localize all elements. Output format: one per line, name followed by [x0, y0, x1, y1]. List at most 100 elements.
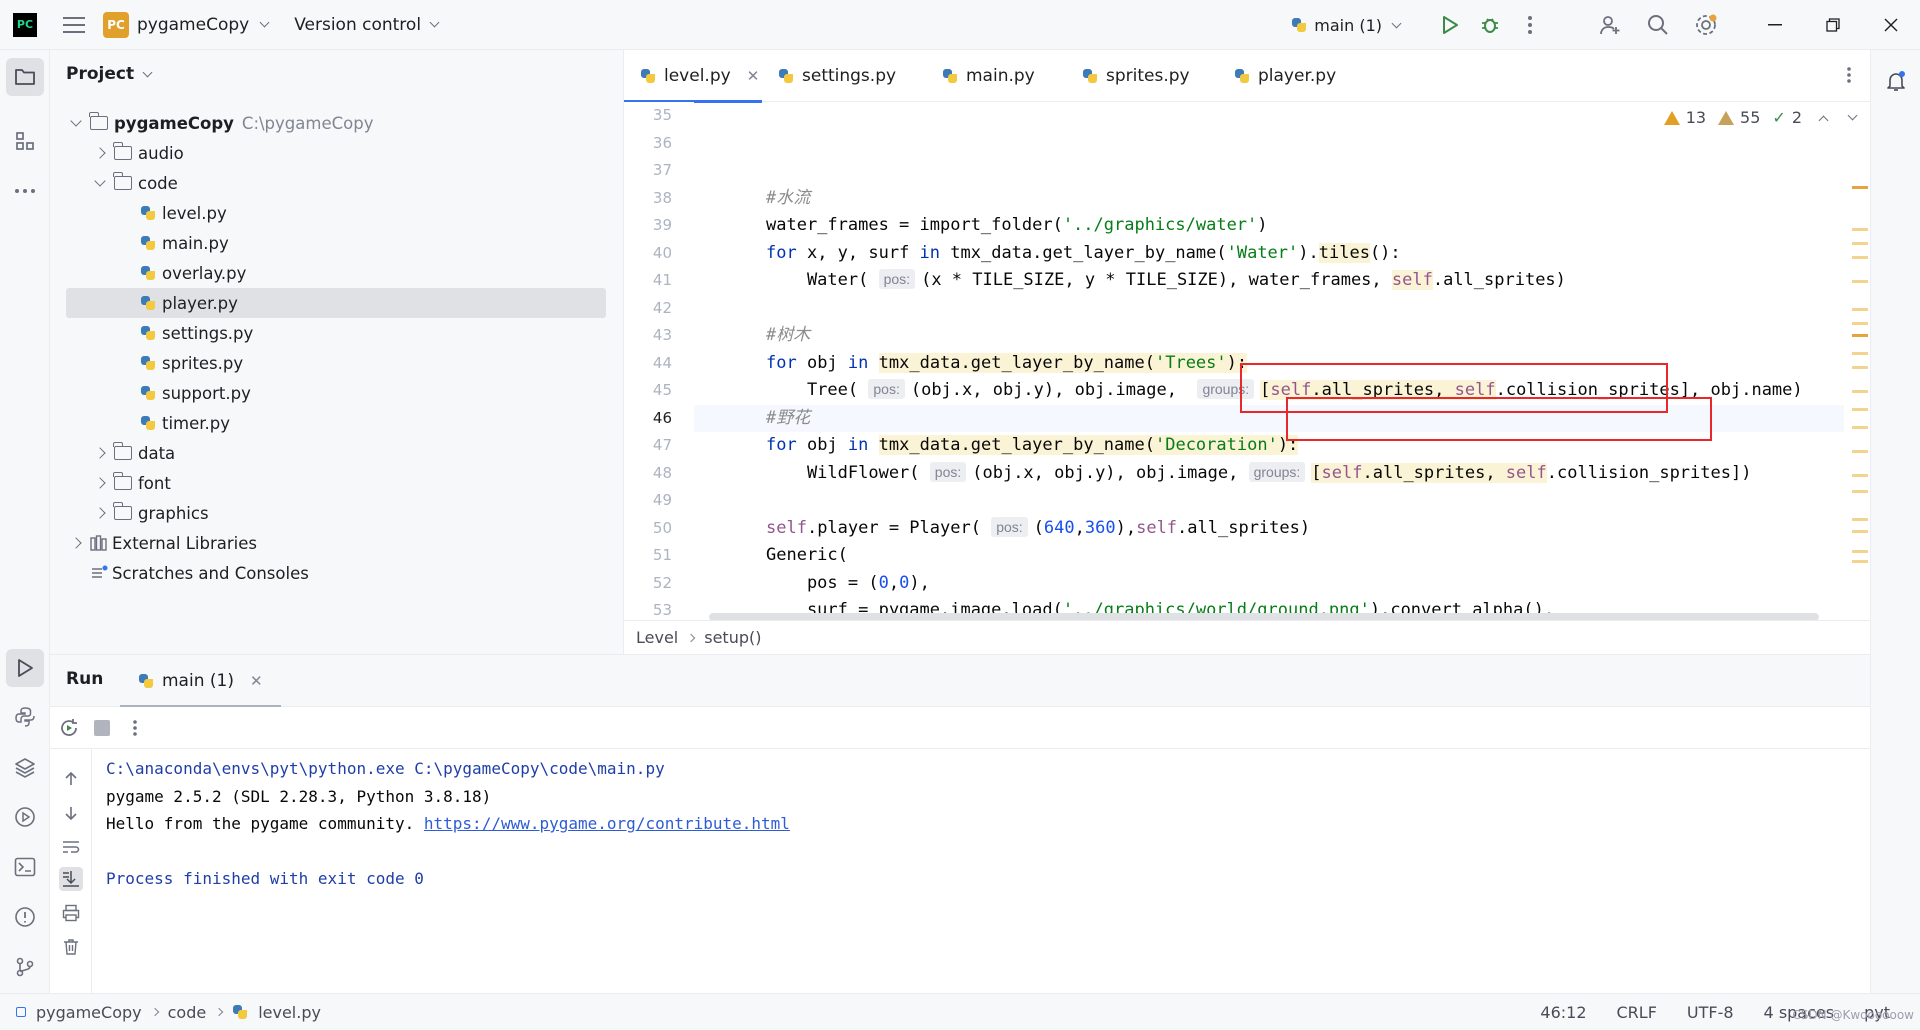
file-encoding[interactable]: UTF-8: [1687, 1003, 1734, 1022]
tab-main-py[interactable]: main.py: [926, 50, 1035, 102]
chevron-right-icon[interactable]: [70, 537, 82, 549]
code-line-38: #水流: [766, 185, 1844, 213]
parameter-hint: pos:: [929, 461, 967, 482]
version-control-menu[interactable]: Version control: [294, 15, 440, 35]
project-panel-title-label: Project: [66, 64, 135, 84]
console-output[interactable]: C:\anaconda\envs\pyt\python.exe C:\pygam…: [106, 755, 1806, 893]
code-editor[interactable]: #水流 water_frames = import_folder('../gra…: [694, 102, 1844, 620]
tree-item-label: code: [138, 173, 178, 193]
tab-settings-py[interactable]: settings.py: [762, 50, 896, 102]
run-config-selector[interactable]: main (1): [1291, 16, 1402, 35]
tree-item-label: graphics: [138, 503, 209, 523]
chevron-right-icon[interactable]: [94, 147, 106, 159]
tree-item-scratches[interactable]: Scratches and Consoles: [66, 558, 606, 588]
status-breadcrumb-folder[interactable]: code: [168, 1003, 207, 1022]
python-file-icon: [140, 295, 156, 311]
line-separator[interactable]: CRLF: [1617, 1003, 1657, 1022]
tree-item-overlay-py[interactable]: overlay.py: [66, 258, 606, 288]
tab-player-py[interactable]: player.py: [1218, 50, 1336, 102]
chevron-down-icon: [142, 67, 153, 77]
scroll-to-end-button[interactable]: [59, 867, 83, 891]
chevron-down-icon[interactable]: [70, 114, 82, 127]
run-tool-button[interactable]: [6, 649, 44, 687]
soft-wrap-button[interactable]: [59, 835, 83, 859]
terminal-button[interactable]: [6, 848, 44, 886]
close-window-button[interactable]: [1862, 0, 1920, 50]
structure-tool-button[interactable]: [6, 122, 44, 160]
scroll-up-button[interactable]: [59, 767, 83, 791]
python-file-icon: [640, 68, 656, 84]
project-panel-title[interactable]: Project: [66, 64, 153, 84]
chevron-right-icon[interactable]: [94, 477, 106, 489]
comment: #树木: [766, 325, 811, 345]
more-actions-button[interactable]: [1510, 5, 1550, 45]
chevron-down-icon[interactable]: [1847, 110, 1858, 121]
tree-item-support-py[interactable]: support.py: [66, 378, 606, 408]
inspection-widget[interactable]: 13 55 ✓ 2: [1663, 108, 1858, 127]
run-more-button[interactable]: [132, 719, 138, 741]
restore-button[interactable]: [1804, 0, 1862, 50]
chevron-right-icon[interactable]: [94, 447, 106, 459]
tree-item-player-py[interactable]: player.py: [66, 288, 606, 318]
tree-item-font[interactable]: font: [66, 468, 606, 498]
tree-item-external-libraries[interactable]: External Libraries: [66, 528, 606, 558]
tabs-more-button[interactable]: [1846, 66, 1852, 88]
weak-warning-count: 55: [1740, 108, 1761, 127]
project-switcher[interactable]: PC pygameCopy: [103, 11, 270, 38]
scroll-down-button[interactable]: [59, 801, 83, 825]
tree-item-pygamecopy[interactable]: pygameCopy C:\pygameCopy: [66, 108, 606, 138]
python-console-button[interactable]: [6, 698, 44, 736]
tree-item-code[interactable]: code: [66, 168, 606, 198]
tree-item-timer-py[interactable]: timer.py: [66, 408, 606, 438]
problems-button[interactable]: [6, 898, 44, 936]
chevron-right-icon: [686, 633, 696, 642]
close-tab-icon[interactable]: ✕: [747, 67, 760, 85]
caret-position[interactable]: 46:12: [1540, 1003, 1586, 1022]
console-link[interactable]: https://www.pygame.org/contribute.html: [424, 814, 790, 833]
tree-item-main-py[interactable]: main.py: [66, 228, 606, 258]
breadcrumb-class[interactable]: Level: [636, 628, 678, 647]
hamburger-icon[interactable]: [63, 16, 85, 33]
tree-item-sprites-py[interactable]: sprites.py: [66, 348, 606, 378]
tab-sprites-py[interactable]: sprites.py: [1066, 50, 1190, 102]
notifications-button[interactable]: [1877, 62, 1915, 100]
search-button[interactable]: [1638, 5, 1678, 45]
minimize-button[interactable]: [1746, 0, 1804, 50]
tree-item-data[interactable]: data: [66, 438, 606, 468]
close-tab-icon[interactable]: ✕: [250, 672, 263, 690]
stop-button[interactable]: [94, 720, 110, 736]
tab-label: sprites.py: [1106, 66, 1190, 86]
python-packages-button[interactable]: [6, 748, 44, 786]
rerun-button[interactable]: [58, 717, 80, 743]
clear-output-button[interactable]: [59, 935, 83, 959]
tree-item-level-py[interactable]: level.py: [66, 198, 606, 228]
chevron-up-icon[interactable]: [1818, 115, 1829, 126]
run-tab-main[interactable]: main (1) ✕: [120, 655, 281, 708]
tree-item-graphics[interactable]: graphics: [66, 498, 606, 528]
code-with-me-button[interactable]: [1590, 5, 1630, 45]
project-tool-button[interactable]: [6, 58, 44, 96]
run-panel-title: Run: [66, 669, 104, 689]
error-stripe[interactable]: [1852, 130, 1868, 580]
settings-button[interactable]: [1686, 5, 1726, 45]
python-icon: [1291, 17, 1307, 33]
tree-item-label: level.py: [162, 203, 227, 223]
tree-item-audio[interactable]: audio: [66, 138, 606, 168]
print-button[interactable]: [59, 901, 83, 925]
status-breadcrumb-project[interactable]: pygameCopy: [36, 1003, 142, 1022]
run-button[interactable]: [1430, 5, 1470, 45]
tab-level-py[interactable]: level.py ✕: [624, 50, 762, 103]
status-breadcrumb-file[interactable]: level.py: [258, 1003, 321, 1022]
services-button[interactable]: [6, 798, 44, 836]
debug-button[interactable]: [1470, 5, 1510, 45]
more-tools-button[interactable]: [6, 172, 44, 210]
tree-item-label: settings.py: [162, 323, 254, 343]
more-icon: [1528, 16, 1532, 34]
git-button[interactable]: [6, 948, 44, 986]
python-file-icon: [942, 68, 958, 84]
breadcrumb-method[interactable]: setup(): [704, 628, 761, 647]
chevron-right-icon[interactable]: [94, 507, 106, 519]
chevron-down-icon[interactable]: [94, 174, 106, 187]
tree-item-settings-py[interactable]: settings.py: [66, 318, 606, 348]
